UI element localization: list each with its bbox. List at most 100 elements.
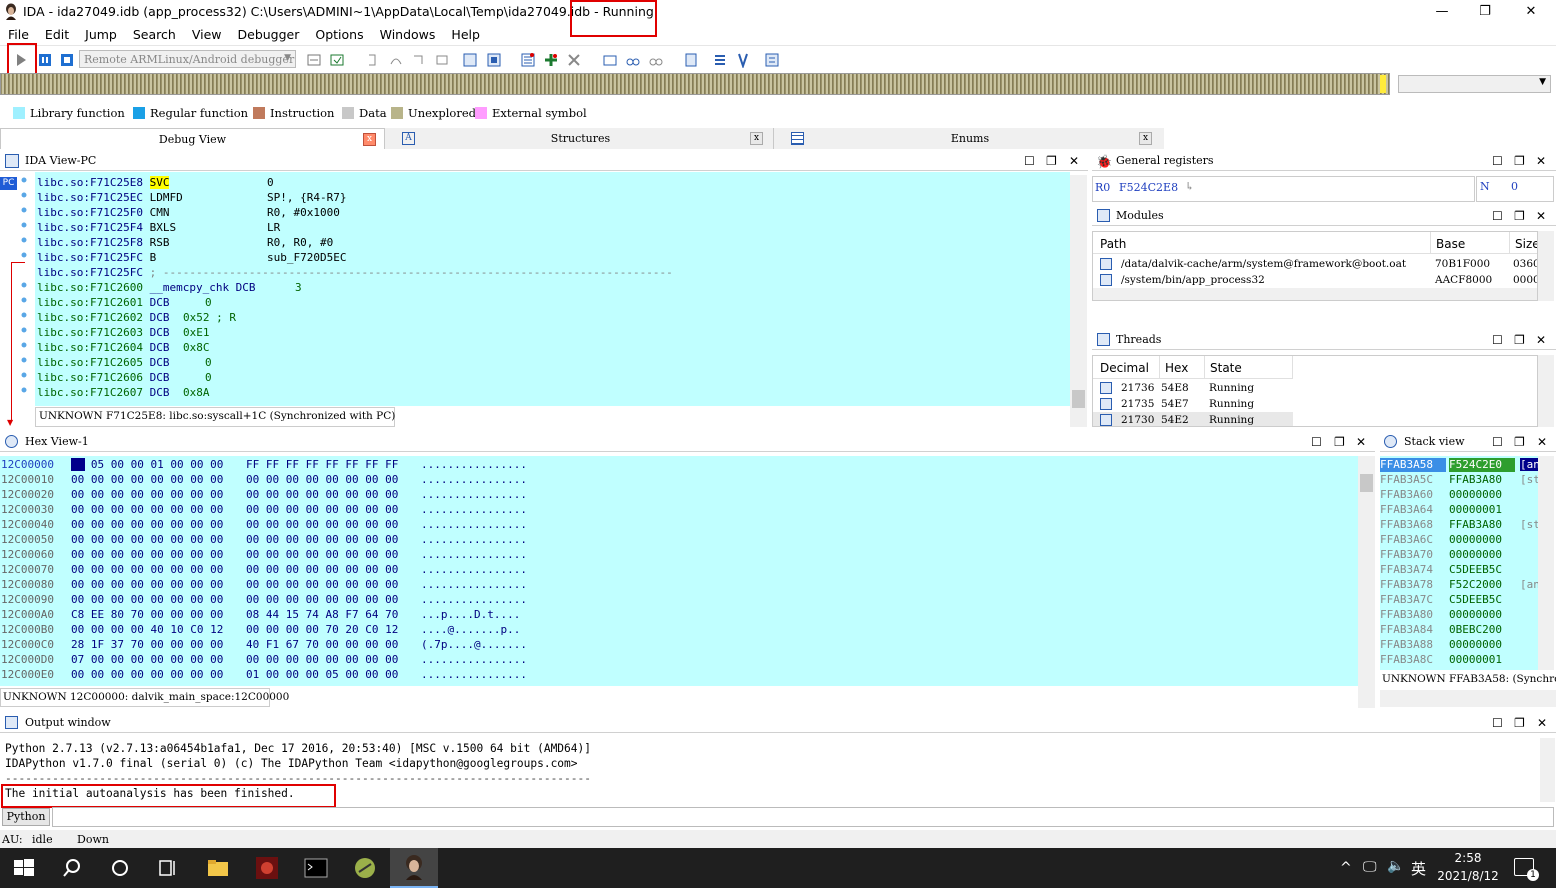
python-language-button[interactable]: Python <box>2 808 50 826</box>
flags-list[interactable]: N 0 <box>1476 176 1554 202</box>
pane-close-icon[interactable]: ✕ <box>1536 330 1546 350</box>
maximize-button[interactable]: ❐ <box>1471 2 1499 22</box>
scrollbar-thumb[interactable] <box>1072 390 1085 408</box>
disasm-vertical-scrollbar[interactable] <box>1070 175 1087 427</box>
jump-arrow-icon[interactable]: ↳ <box>1185 180 1194 193</box>
navigation-combo[interactable]: ▼ <box>1398 75 1551 93</box>
hex-vertical-scrollbar[interactable] <box>1358 456 1375 708</box>
pane-close-icon[interactable]: ✕ <box>1537 713 1547 733</box>
column-header-size[interactable]: Size <box>1515 237 1537 251</box>
pane-maximize-icon[interactable]: ☐ <box>1492 330 1503 350</box>
tab-structures[interactable]: A Structures x <box>388 128 774 149</box>
menu-options[interactable]: Options <box>307 24 371 42</box>
ime-indicator[interactable]: 英 <box>1411 858 1426 879</box>
column-header-path[interactable]: Path <box>1100 237 1126 251</box>
output-vertical-scrollbar[interactable] <box>1540 738 1555 802</box>
pane-restore-icon[interactable]: ❐ <box>1514 713 1525 733</box>
menu-search[interactable]: Search <box>125 24 184 42</box>
volume-icon[interactable]: 🔈 <box>1387 858 1404 874</box>
table-row[interactable]: /system/bin/app_process32 AACF8000 00000 <box>1093 272 1537 288</box>
taskbar-app-red[interactable] <box>255 856 279 880</box>
menu-windows[interactable]: Windows <box>372 24 444 42</box>
step-into-button[interactable] <box>363 50 383 70</box>
table-row[interactable]: 21735 54E7 Running <box>1093 396 1293 412</box>
terminate-process-button[interactable] <box>57 50 77 70</box>
attach-button[interactable] <box>304 50 324 70</box>
command-input[interactable] <box>52 807 1554 827</box>
taskbar-file-explorer[interactable] <box>206 856 230 880</box>
tab-debug-view[interactable]: Debug View x <box>0 128 385 149</box>
minimize-button[interactable]: — <box>1428 2 1456 22</box>
disassembly-listing[interactable]: libc.so:F71C25E8 SVC 0 libc.so:F71C25EC … <box>35 172 1070 406</box>
pane-maximize-icon[interactable]: ☐ <box>1492 151 1503 171</box>
start-button[interactable] <box>12 856 36 880</box>
clock-time[interactable]: 2:58 <box>1438 851 1498 865</box>
taskbar-app-green[interactable] <box>353 856 377 880</box>
options-button[interactable] <box>762 50 782 70</box>
menu-view[interactable]: View <box>184 24 230 42</box>
add-breakpoint-button[interactable] <box>541 50 561 70</box>
pane-close-icon[interactable]: ✕ <box>1536 151 1546 171</box>
column-header-hex[interactable]: Hex <box>1165 361 1188 375</box>
menu-edit[interactable]: Edit <box>37 24 77 42</box>
pane-restore-icon[interactable]: ❐ <box>1514 330 1525 350</box>
tab-close-button[interactable]: x <box>1139 132 1152 145</box>
segments-button[interactable] <box>681 50 701 70</box>
taskbar-search-button[interactable] <box>60 856 84 880</box>
column-header-decimal[interactable]: Decimal <box>1100 361 1149 375</box>
taskbar-ida-active[interactable] <box>390 848 438 888</box>
scrollbar-thumb[interactable] <box>1360 474 1373 492</box>
pane-restore-icon[interactable]: ❐ <box>1514 432 1525 452</box>
pane-maximize-icon[interactable]: ☐ <box>1311 432 1322 452</box>
notification-icon[interactable]: 1 <box>1514 858 1539 881</box>
task-view-button[interactable] <box>156 856 180 880</box>
menu-debugger[interactable]: Debugger <box>230 24 308 42</box>
search-button[interactable] <box>733 50 753 70</box>
tracing-button[interactable] <box>600 50 620 70</box>
detach-button[interactable] <box>327 50 347 70</box>
step-out-button[interactable] <box>432 50 452 70</box>
navigation-band[interactable] <box>0 73 1390 95</box>
column-header-base[interactable]: Base <box>1436 237 1465 251</box>
table-row[interactable]: 21730 54E2 Running <box>1093 412 1293 426</box>
menu-jump[interactable]: Jump <box>77 24 125 42</box>
modules-table[interactable]: Path Base Size /data/dalvik-cache/arm/sy… <box>1092 231 1538 301</box>
debugger-select[interactable]: Remote ARMLinux/Android debugger ▼ <box>79 50 296 68</box>
clock-date[interactable]: 2021/8/12 <box>1432 869 1504 883</box>
step-over-button[interactable] <box>386 50 406 70</box>
pane-close-icon[interactable]: ✕ <box>1356 432 1366 452</box>
show-disasm-button[interactable] <box>460 50 480 70</box>
pane-maximize-icon[interactable]: ☐ <box>1024 151 1035 171</box>
network-icon[interactable]: 🖵 <box>1363 859 1377 875</box>
chevron-up-icon[interactable]: ^ <box>1340 860 1352 876</box>
horizontal-scrollbar[interactable] <box>1093 288 1537 300</box>
pane-close-icon[interactable]: ✕ <box>1536 206 1546 226</box>
threads-vertical-scrollbar[interactable] <box>1538 355 1554 427</box>
pane-close-icon[interactable]: ✕ <box>1537 432 1547 452</box>
run-to-cursor-button[interactable] <box>409 50 429 70</box>
cortana-button[interactable] <box>108 856 132 880</box>
delete-breakpoint-button[interactable] <box>564 50 584 70</box>
pane-restore-icon[interactable]: ❐ <box>1334 432 1345 452</box>
stack-listing[interactable]: FFAB3A58 F524C2E0 [an FFAB3A5C FFAB3A80 [s… <box>1380 456 1538 670</box>
table-row[interactable]: /data/dalvik-cache/arm/system@framework@… <box>1093 256 1537 272</box>
threads-table[interactable]: Decimal Hex State 21736 54E8 Running 217… <box>1092 355 1538 427</box>
breakpoint-list-button[interactable] <box>518 50 538 70</box>
pane-maximize-icon[interactable]: ☐ <box>1492 206 1503 226</box>
table-row[interactable]: 21736 54E8 Running <box>1093 380 1293 396</box>
stack-horizontal-scrollbar[interactable] <box>1380 690 1556 707</box>
jump-button[interactable] <box>710 50 730 70</box>
pane-close-icon[interactable]: ✕ <box>1069 151 1079 171</box>
taskbar-terminal[interactable] <box>304 856 328 880</box>
menu-file[interactable]: File <box>0 24 37 42</box>
menu-help[interactable]: Help <box>443 24 488 42</box>
pane-restore-icon[interactable]: ❐ <box>1046 151 1057 171</box>
column-header-state[interactable]: State <box>1210 361 1242 375</box>
tab-close-button[interactable]: x <box>750 132 763 145</box>
show-graph-button[interactable] <box>484 50 504 70</box>
tab-enums[interactable]: Enums x <box>777 128 1163 149</box>
pane-maximize-icon[interactable]: ☐ <box>1492 432 1503 452</box>
hex-dump[interactable]: 12C00000 00 05 00 00 01 00 00 00 FF FF F… <box>0 456 1358 686</box>
stack-vertical-scrollbar[interactable] <box>1538 456 1554 670</box>
pane-restore-icon[interactable]: ❐ <box>1514 151 1525 171</box>
